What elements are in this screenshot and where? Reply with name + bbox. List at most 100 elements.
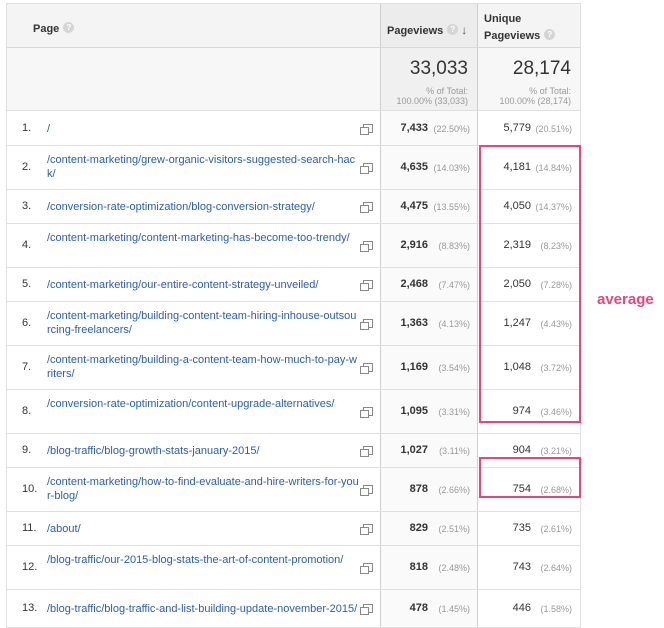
open-link-icon[interactable]: [360, 241, 373, 252]
pageviews-percent: (3.11%): [439, 446, 470, 456]
open-link-icon[interactable]: [360, 524, 373, 535]
pageviews-percent: (8.83%): [438, 241, 470, 251]
unique-total: 28,174 % of Total: 100.00% (28,174): [478, 48, 581, 110]
page-url-link[interactable]: /content-marketing/content-marketing-has…: [47, 231, 359, 245]
pageviews-value: 4,475: [400, 200, 428, 212]
page-url-link[interactable]: /blog-traffic/blog-traffic-and-list-buil…: [47, 602, 359, 616]
open-link-icon[interactable]: [360, 563, 373, 574]
pageviews-value: 478: [409, 602, 428, 614]
pageviews-value: 829: [409, 522, 428, 534]
page-url-link[interactable]: /content-marketing/grew-organic-visitors…: [47, 153, 359, 181]
open-link-icon[interactable]: [360, 604, 373, 615]
pageviews-percent: (3.31%): [438, 407, 470, 417]
pageviews-percent: (2.48%): [438, 563, 470, 573]
sort-descending-icon[interactable]: ↓: [461, 23, 467, 37]
open-link-icon[interactable]: [360, 485, 373, 496]
table-row[interactable]: 12. /blog-traffic/our-2015-blog-stats-the…: [7, 546, 581, 590]
row-10-highlight-box: [479, 457, 581, 498]
pageviews-value: 818: [409, 561, 428, 573]
help-icon[interactable]: ?: [447, 24, 459, 36]
pageviews-percent: (2.66%): [438, 485, 470, 495]
pageviews-value: 2,468: [400, 278, 428, 290]
open-link-icon[interactable]: [360, 202, 373, 213]
pageviews-value: 2,916: [400, 239, 428, 251]
row-rank: 4.: [22, 239, 32, 251]
average-annotation: average: [597, 291, 654, 308]
pageviews-column-header[interactable]: Pageviews? ↓: [381, 4, 478, 47]
page-url-link[interactable]: /: [47, 122, 359, 136]
pageviews-percent: (3.54%): [438, 363, 470, 373]
pageviews-percent: (13.55%): [433, 202, 470, 212]
page-url-link[interactable]: /content-marketing/our-entire-content-st…: [47, 278, 359, 292]
row-rank: 3.: [22, 200, 32, 212]
table-row[interactable]: 13. /blog-traffic/blog-traffic-and-list-b…: [7, 590, 581, 628]
open-link-icon[interactable]: [360, 363, 373, 374]
unique-total-sub1: % of Total:: [529, 86, 571, 96]
page-url-link[interactable]: /conversion-rate-optimization/blog-conve…: [47, 200, 359, 214]
help-icon[interactable]: ?: [63, 22, 75, 34]
row-rank: 6.: [22, 317, 32, 329]
page-url-link[interactable]: /content-marketing/how-to-find-evaluate-…: [47, 475, 359, 503]
page-column-label: Page: [33, 23, 60, 35]
page-url-link[interactable]: /blog-traffic/our-2015-blog-stats-the-ar…: [47, 553, 359, 567]
page-url-link[interactable]: /blog-traffic/blog-growth-stats-january-…: [47, 444, 359, 458]
unique-pageviews-value: 904: [512, 444, 531, 456]
open-link-icon[interactable]: [360, 319, 373, 330]
row-rank: 13.: [22, 602, 38, 614]
unique-label-line1: Unique: [484, 13, 522, 25]
pageviews-value: 1,169: [400, 361, 428, 373]
pageviews-percent: (2.51%): [438, 524, 470, 534]
unique-total-sub2: 100.00% (28,174): [499, 96, 571, 106]
pageviews-percent: (7.47%): [438, 280, 470, 290]
unique-pageviews-value: 446: [512, 602, 531, 614]
row-rank: 7.: [22, 361, 32, 373]
pageviews-value: 1,363: [400, 317, 428, 329]
unique-pageviews-column-header[interactable]: Unique Pageviews?: [478, 4, 581, 47]
pageviews-value: 4,635: [400, 161, 428, 173]
totals-row: 33,033 % of Total: 100.00% (33,033) 28,1…: [7, 48, 581, 111]
unique-total-value: 28,174: [512, 58, 571, 79]
row-rank: 5.: [22, 278, 32, 290]
unique-pageviews-value: 5,779: [503, 122, 531, 134]
row-rank: 10.: [22, 483, 38, 495]
help-icon[interactable]: ?: [544, 29, 556, 41]
pageviews-total-sub2: 100.00% (33,033): [396, 96, 468, 106]
pageviews-value: 1,095: [400, 405, 428, 417]
table-header: Page? Pageviews? ↓ Unique Pageviews?: [7, 3, 581, 48]
pageviews-value: 878: [409, 483, 428, 495]
open-link-icon[interactable]: [360, 124, 373, 135]
open-link-icon[interactable]: [360, 407, 373, 418]
row-rank: 11.: [22, 522, 37, 534]
pageviews-total-value: 33,033: [409, 58, 468, 79]
pageviews-total: 33,033 % of Total: 100.00% (33,033): [381, 48, 478, 110]
pageviews-value: 7,433: [400, 122, 428, 134]
page-url-link[interactable]: /content-marketing/building-a-content-te…: [47, 353, 359, 381]
average-highlight-box: [479, 145, 581, 423]
unique-label-line2: Pageviews: [484, 30, 541, 42]
pageviews-column-label: Pageviews: [387, 25, 444, 37]
row-rank: 2.: [22, 161, 32, 173]
pageviews-value: 1,027: [400, 444, 428, 456]
unique-pageviews-value: 735: [512, 522, 531, 534]
page-url-link[interactable]: /conversion-rate-optimization/content-up…: [47, 397, 359, 411]
table-row[interactable]: 11. /about/829 (2.51%) 735 (2.61%): [7, 512, 581, 546]
table-row[interactable]: 1. / 7,433 (22.50%) 5,779 (20.51%): [7, 111, 581, 146]
pageviews-percent: (14.03%): [433, 163, 470, 173]
pageviews-percent: (4.13%): [438, 319, 470, 329]
unique-pageviews-percent: (20.51%): [535, 124, 572, 134]
row-rank: 8.: [22, 405, 32, 417]
page-column-header[interactable]: Page?: [7, 4, 381, 47]
open-link-icon[interactable]: [360, 163, 373, 174]
pageviews-percent: (22.50%): [433, 124, 470, 134]
open-link-icon[interactable]: [360, 446, 373, 457]
pageviews-percent: (1.45%): [438, 604, 470, 614]
unique-pageviews-percent: (2.64%): [540, 563, 572, 573]
page-url-link[interactable]: /content-marketing/building-content-team…: [47, 309, 359, 337]
unique-pageviews-percent: (2.61%): [540, 524, 572, 534]
unique-pageviews-percent: (1.58%): [540, 604, 572, 614]
page-url-link[interactable]: /about/: [47, 522, 359, 536]
unique-pageviews-percent: (3.21%): [540, 446, 572, 456]
unique-pageviews-value: 743: [512, 561, 531, 573]
open-link-icon[interactable]: [360, 280, 373, 291]
row-rank: 12.: [22, 561, 38, 573]
